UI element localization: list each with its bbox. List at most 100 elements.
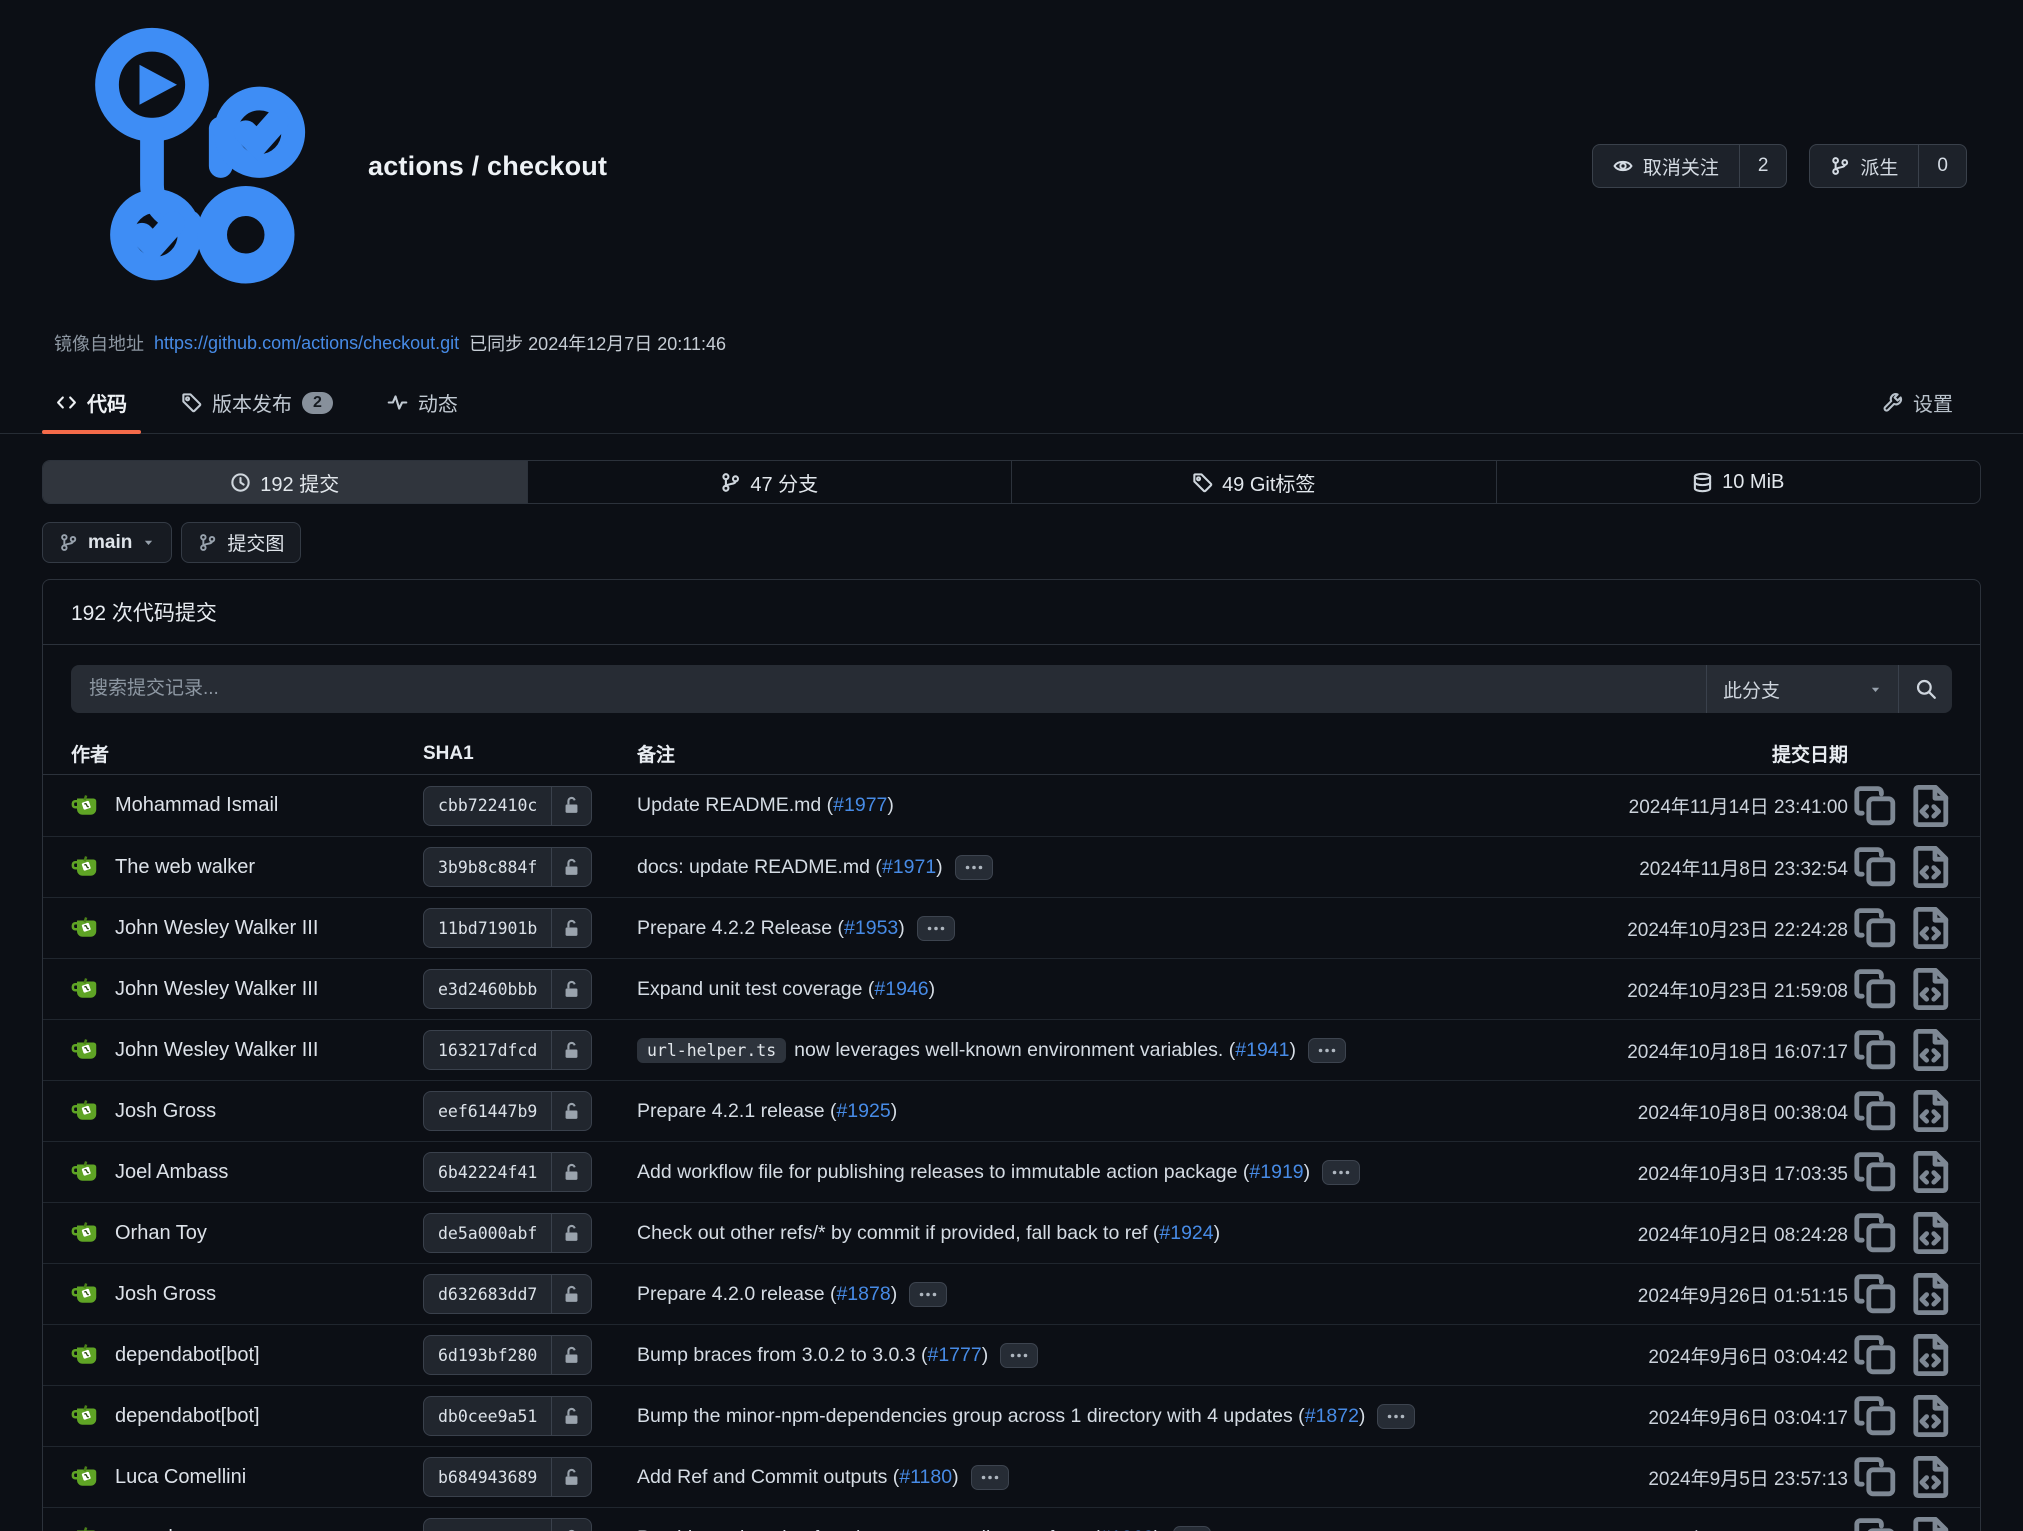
commit-message: Bump the minor-npm-dependencies group ac… xyxy=(637,1404,1538,1429)
issue-link[interactable]: #1924 xyxy=(1159,1222,1213,1245)
branch-filter-dropdown[interactable]: 此分支 xyxy=(1706,665,1898,713)
expand-commit-message-button[interactable] xyxy=(1173,1526,1211,1531)
commit-author[interactable]: Luca Comellini xyxy=(71,1462,423,1492)
copy-sha-button[interactable] xyxy=(1848,778,1904,834)
commit-sha-badge[interactable]: d632683dd7 xyxy=(423,1274,592,1314)
issue-link[interactable]: #1977 xyxy=(833,794,887,817)
tab-releases[interactable]: 版本发布 2 xyxy=(167,388,347,433)
commit-author[interactable]: John Wesley Walker III xyxy=(71,913,423,943)
commit-sha-badge[interactable]: 3b9b8c884f xyxy=(423,847,592,887)
commit-author[interactable]: Joel Ambass xyxy=(71,1157,423,1187)
copy-sha-button[interactable] xyxy=(1848,1083,1904,1139)
browse-files-button[interactable] xyxy=(1904,961,1960,1017)
copy-sha-button[interactable] xyxy=(1848,1205,1904,1261)
browse-files-button[interactable] xyxy=(1904,900,1960,956)
browse-files-button[interactable] xyxy=(1904,1388,1960,1444)
expand-commit-message-button[interactable] xyxy=(1000,1343,1038,1368)
issue-link[interactable]: #1941 xyxy=(1235,1039,1289,1062)
stat-size[interactable]: 10 MiB xyxy=(1496,461,1981,503)
browse-files-button[interactable] xyxy=(1904,1449,1960,1505)
copy-sha-button[interactable] xyxy=(1848,961,1904,1017)
teacup-avatar xyxy=(71,974,101,1004)
copy-sha-button[interactable] xyxy=(1848,1388,1904,1444)
branch-selector[interactable]: main xyxy=(42,522,172,563)
issue-link[interactable]: #1777 xyxy=(927,1344,981,1367)
commit-author[interactable]: dependabot[bot] xyxy=(71,1401,423,1431)
tab-settings[interactable]: 设置 xyxy=(1868,388,1967,433)
expand-commit-message-button[interactable] xyxy=(971,1465,1009,1490)
copy-sha-button[interactable] xyxy=(1848,1449,1904,1505)
commit-author[interactable]: The web walker xyxy=(71,852,423,882)
file-code-icon xyxy=(1908,904,1956,952)
browse-files-button[interactable] xyxy=(1904,1144,1960,1200)
tab-activity[interactable]: 动态 xyxy=(373,388,472,433)
fork-button[interactable]: 派生 0 xyxy=(1809,144,1967,188)
commit-message: Add workflow file for publishing release… xyxy=(637,1160,1538,1185)
browse-files-button[interactable] xyxy=(1904,1510,1960,1531)
commit-sha-badge[interactable]: cbb722410c xyxy=(423,786,592,826)
commit-sha: 6b42224f41 xyxy=(424,1153,551,1191)
commit-sha-badge[interactable]: b684943689 xyxy=(423,1457,592,1497)
stat-branches[interactable]: 47 分支 xyxy=(527,461,1012,503)
commit-author[interactable]: yasonk xyxy=(71,1523,423,1531)
expand-commit-message-button[interactable] xyxy=(1377,1404,1415,1429)
commit-graph-button[interactable]: 提交图 xyxy=(181,522,301,563)
issue-link[interactable]: #1953 xyxy=(844,917,898,940)
tab-code[interactable]: 代码 xyxy=(42,388,141,433)
copy-sha-button[interactable] xyxy=(1848,1144,1904,1200)
commit-sha-badge[interactable]: de5a000abf xyxy=(423,1213,592,1253)
commit-author[interactable]: Josh Gross xyxy=(71,1096,423,1126)
copy-sha-button[interactable] xyxy=(1848,1510,1904,1531)
stat-tags[interactable]: 49 Git标签 xyxy=(1011,461,1496,503)
browse-files-button[interactable] xyxy=(1904,1266,1960,1322)
unlock-icon xyxy=(551,1153,591,1191)
stat-commits[interactable]: 192 提交 xyxy=(43,461,527,503)
issue-link[interactable]: #1971 xyxy=(882,856,936,879)
commit-sha-badge[interactable]: 163217dfcd xyxy=(423,1030,592,1070)
expand-commit-message-button[interactable] xyxy=(917,916,955,941)
commit-author[interactable]: John Wesley Walker III xyxy=(71,974,423,1004)
issue-link[interactable]: #1878 xyxy=(836,1283,890,1306)
commit-author[interactable]: Orhan Toy xyxy=(71,1218,423,1248)
commit-author[interactable]: Mohammad Ismail xyxy=(71,791,423,821)
commit-sha-badge[interactable]: e3d2460bbb xyxy=(423,969,592,1009)
search-input[interactable] xyxy=(71,665,1706,713)
mirror-url-link[interactable]: https://github.com/actions/checkout.git xyxy=(154,333,459,354)
browse-files-button[interactable] xyxy=(1904,778,1960,834)
issue-link[interactable]: #1872 xyxy=(1305,1405,1359,1428)
copy-sha-button[interactable] xyxy=(1848,900,1904,956)
fork-count[interactable]: 0 xyxy=(1918,145,1966,187)
issue-link[interactable]: #1919 xyxy=(1249,1161,1303,1184)
commit-author[interactable]: dependabot[bot] xyxy=(71,1340,423,1370)
unwatch-button[interactable]: 取消关注 2 xyxy=(1592,144,1788,188)
expand-commit-message-button[interactable] xyxy=(1308,1038,1346,1063)
watch-count[interactable]: 2 xyxy=(1739,145,1787,187)
search-button[interactable] xyxy=(1898,665,1952,713)
copy-sha-button[interactable] xyxy=(1848,1266,1904,1322)
browse-files-button[interactable] xyxy=(1904,1083,1960,1139)
commit-author[interactable]: Josh Gross xyxy=(71,1279,423,1309)
issue-link[interactable]: #1925 xyxy=(836,1100,890,1123)
issue-link[interactable]: #1180 xyxy=(899,1466,952,1489)
copy-sha-button[interactable] xyxy=(1848,1022,1904,1078)
expand-commit-message-button[interactable] xyxy=(955,855,993,880)
commit-author[interactable]: John Wesley Walker III xyxy=(71,1035,423,1065)
issue-link[interactable]: #1946 xyxy=(874,978,928,1001)
commit-sha-badge[interactable]: db0cee9a51 xyxy=(423,1396,592,1436)
commit-sha-badge[interactable]: 2d7d9f7ff5 xyxy=(423,1518,592,1531)
commit-sha: 6d193bf280 xyxy=(424,1336,551,1374)
expand-commit-message-button[interactable] xyxy=(909,1282,947,1307)
copy-sha-button[interactable] xyxy=(1848,839,1904,895)
commit-date: 2024年10月23日 21:59:08 xyxy=(1538,976,1848,1003)
expand-commit-message-button[interactable] xyxy=(1322,1160,1360,1185)
browse-files-button[interactable] xyxy=(1904,839,1960,895)
commit-sha-badge[interactable]: 6b42224f41 xyxy=(423,1152,592,1192)
copy-sha-button[interactable] xyxy=(1848,1327,1904,1383)
browse-files-button[interactable] xyxy=(1904,1022,1960,1078)
browse-files-button[interactable] xyxy=(1904,1205,1960,1261)
issue-link[interactable]: #1869 xyxy=(1100,1527,1154,1531)
commit-sha-badge[interactable]: 6d193bf280 xyxy=(423,1335,592,1375)
commit-sha-badge[interactable]: 11bd71901b xyxy=(423,908,592,948)
commit-sha-badge[interactable]: eef61447b9 xyxy=(423,1091,592,1131)
browse-files-button[interactable] xyxy=(1904,1327,1960,1383)
